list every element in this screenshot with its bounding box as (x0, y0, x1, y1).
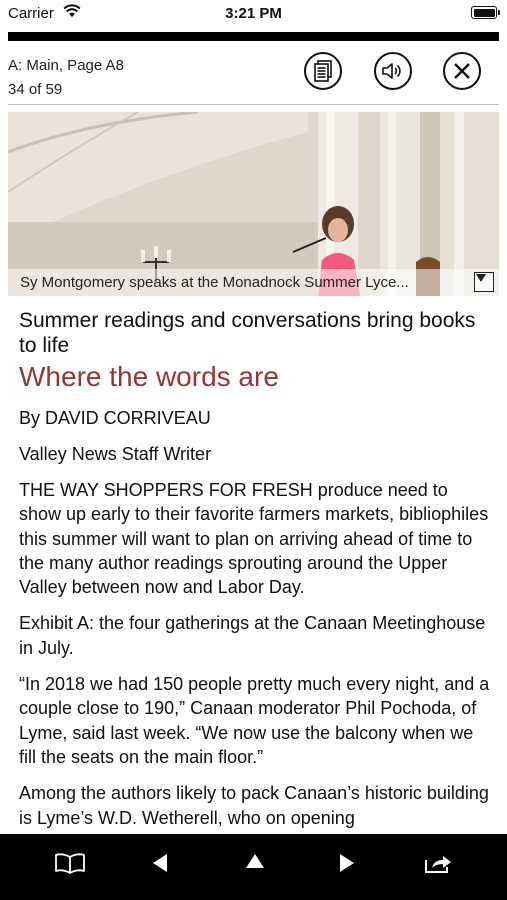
up-icon (246, 854, 264, 868)
article-byline: By DAVID CORRIVEAU (19, 408, 211, 428)
header-divider (8, 104, 499, 105)
photo-caption-bar: Sy Montgomery speaks at the Monadnock Su… (8, 269, 499, 296)
page-up-button[interactable] (237, 846, 273, 876)
chevron-down-icon (476, 274, 486, 282)
audio-icon (382, 63, 401, 79)
article-body: Summer readings and conversations bring … (19, 308, 491, 830)
article-paragraph: Exhibit A: the four gatherings at the Ca… (19, 613, 486, 658)
photo-caption: Sy Montgomery speaks at the Monadnock Su… (20, 274, 409, 291)
text-view-button[interactable] (304, 52, 342, 90)
article-paragraph: “In 2018 we had 150 people pretty much e… (19, 674, 490, 767)
expand-caption-button[interactable] (474, 272, 494, 292)
article-headline: Where the words are (19, 361, 279, 392)
article-paragraph: Among the authors likely to pack Canaan’… (19, 783, 489, 828)
page-info: A: Main, Page A8 34 of 59 (8, 54, 124, 102)
share-icon (425, 856, 451, 873)
book-icon (55, 853, 85, 874)
reading-progress-bar (8, 32, 499, 41)
article-photo[interactable]: Sy Montgomery speaks at the Monadnock Su… (8, 112, 499, 296)
article-subhead: Summer readings and conversations bring … (19, 309, 476, 357)
audio-button[interactable] (374, 52, 412, 90)
share-button[interactable] (420, 848, 456, 878)
clock: 3:21 PM (225, 5, 282, 22)
close-button[interactable] (443, 52, 481, 90)
previous-icon (153, 854, 167, 872)
article-position: 34 of 59 (8, 81, 63, 98)
bottom-toolbar (0, 834, 507, 900)
battery-icon (471, 6, 500, 19)
status-bar: Carrier 3:21 PM (0, 0, 507, 28)
close-icon (454, 63, 470, 79)
next-article-button[interactable] (329, 848, 365, 878)
article-staff-line: Valley News Staff Writer (19, 444, 212, 464)
section-page-label: A: Main, Page A8 (8, 57, 124, 74)
sections-button[interactable] (52, 848, 88, 878)
article-paragraph: THE WAY SHOPPERS FOR FRESH produce need … (19, 480, 489, 598)
text-view-icon (314, 60, 332, 82)
next-icon (340, 854, 354, 872)
previous-article-button[interactable] (142, 848, 178, 878)
